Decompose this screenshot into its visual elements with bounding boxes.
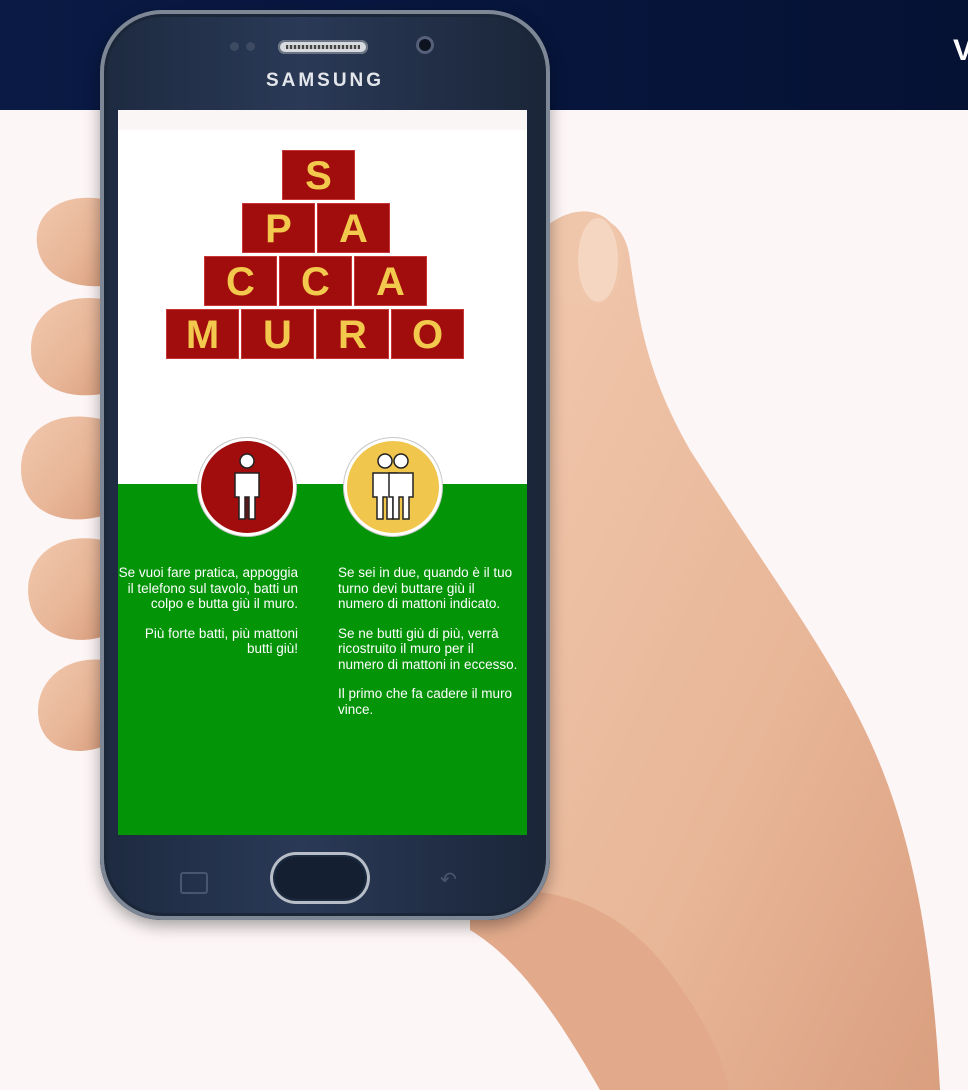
logo-brick: C <box>204 256 277 306</box>
two-players-instructions: Se sei in due, quando è il tuo turno dev… <box>338 565 520 731</box>
device-brand-logo: SAMSUNG <box>265 70 385 91</box>
recents-key-icon[interactable] <box>180 872 208 894</box>
app-screen: S P A C C A M U R O Se vuoi fare pratica… <box>118 110 527 835</box>
instruction-paragraph: Il primo che fa cadere il muro vince. <box>338 686 513 717</box>
earpiece-speaker <box>278 40 368 54</box>
instruction-paragraph: Se ne butti giù di più, verrà ricostruit… <box>338 625 518 672</box>
logo-brick: R <box>316 309 389 359</box>
two-people-icon <box>372 453 414 520</box>
logo-brick: S <box>282 150 355 200</box>
logo-brick: A <box>354 256 427 306</box>
sensor-dot <box>230 42 239 51</box>
logo-brick: U <box>241 309 314 359</box>
back-key-icon[interactable]: ↶ <box>440 870 466 890</box>
logo-brick: M <box>166 309 239 359</box>
instruction-paragraph: Più forte batti, più mattoni butti giù! <box>144 625 298 657</box>
front-camera-icon <box>416 36 434 54</box>
logo-brick: O <box>391 309 464 359</box>
instruction-paragraph: Se vuoi fare pratica, appoggia il telefo… <box>118 565 298 611</box>
instruction-paragraph: Se sei in due, quando è il tuo turno dev… <box>338 565 513 611</box>
logo-brick: A <box>317 203 390 253</box>
person-icon <box>234 453 260 520</box>
logo-brick: P <box>242 203 315 253</box>
home-button[interactable] <box>270 852 370 904</box>
sensor-dot <box>246 42 255 51</box>
status-bar <box>118 110 527 130</box>
two-players-button[interactable] <box>344 438 442 536</box>
single-player-instructions: Se vuoi fare pratica, appoggia il telefo… <box>118 565 298 671</box>
logo-brick: C <box>279 256 352 306</box>
single-player-button[interactable] <box>198 438 296 536</box>
